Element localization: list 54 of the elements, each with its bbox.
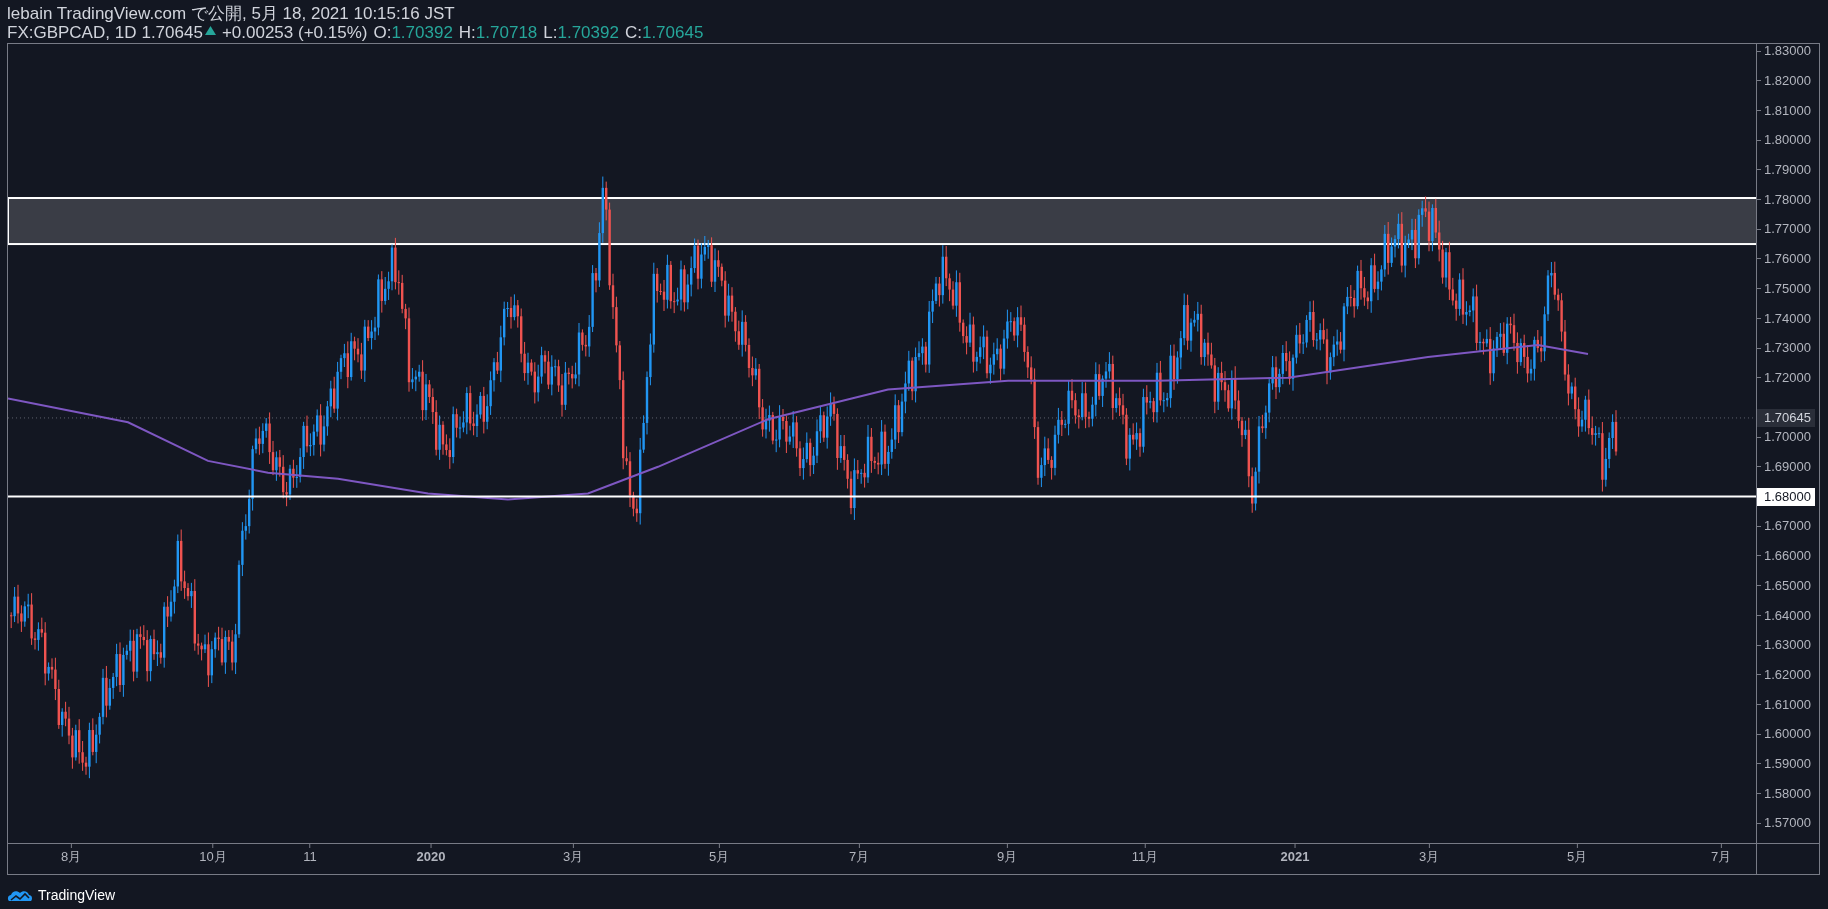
symbol-label: FX:GBPCAD, 1D — [7, 23, 137, 42]
ohlc-value: 1.70392 — [557, 23, 619, 42]
price-tick: 1.60000 — [1764, 725, 1811, 744]
publish-info: lebain TradingView.com で公開, 5月 18, 2021 10:15:16 JST — [7, 4, 455, 23]
date-tick: 5月 — [1566, 848, 1588, 866]
last-price-label: 1.70645 — [1757, 408, 1815, 427]
price-tick: 1.73000 — [1764, 339, 1811, 358]
brand-name: TradingView — [38, 886, 116, 905]
price-tick: 1.66000 — [1764, 547, 1811, 566]
price-tick: 1.63000 — [1764, 636, 1811, 655]
date-tick: 10月 — [199, 848, 227, 866]
date-tick: 3月 — [1418, 848, 1440, 866]
date-tick: 8月 — [60, 848, 82, 866]
price-tick: 1.78000 — [1764, 190, 1811, 209]
line-price-label: 1.68000 — [1757, 487, 1815, 506]
price-change: +0.00253 (+0.15%) — [221, 23, 368, 42]
price-tick: 1.76000 — [1764, 250, 1811, 269]
price-tick: 1.81000 — [1764, 101, 1811, 120]
ohlc-label: L: — [543, 23, 558, 42]
date-tick: 7月 — [848, 848, 870, 866]
price-tick: 1.65000 — [1764, 576, 1811, 595]
date-tick: 2020 — [416, 848, 446, 866]
date-tick: 11 — [303, 848, 317, 866]
ohlc-value: 1.70645 — [641, 23, 704, 42]
price-tick: 1.70000 — [1764, 428, 1811, 447]
price-tick: 1.83000 — [1764, 42, 1811, 61]
date-tick: 9月 — [996, 848, 1018, 866]
date-tick: 2021 — [1280, 848, 1310, 866]
price-tick: 1.67000 — [1764, 517, 1811, 536]
price-tick: 1.64000 — [1764, 606, 1811, 625]
price-tick: 1.61000 — [1764, 695, 1811, 714]
up-triangle-icon — [204, 26, 216, 35]
price-tick: 1.58000 — [1764, 784, 1811, 803]
price-tick: 1.59000 — [1764, 755, 1811, 774]
price-tick: 1.80000 — [1764, 131, 1811, 150]
ohlc-label: O: — [373, 23, 392, 42]
ohlc-value: 1.70392 — [391, 23, 453, 42]
price-tick: 1.75000 — [1764, 279, 1811, 298]
ohlc-value: 1.70718 — [475, 23, 538, 42]
date-tick: 11月 — [1131, 848, 1159, 866]
date-tick: 3月 — [562, 848, 584, 866]
price-tick: 1.72000 — [1764, 368, 1811, 387]
price-tick: 1.82000 — [1764, 71, 1811, 90]
price-tick: 1.77000 — [1764, 220, 1811, 239]
price-tick: 1.74000 — [1764, 309, 1811, 328]
price-tick: 1.57000 — [1764, 814, 1811, 833]
last-price: 1.70645 — [141, 23, 203, 42]
price-tick: 1.69000 — [1764, 458, 1811, 477]
ohlc-label: H: — [458, 23, 476, 42]
date-tick: 5月 — [708, 848, 730, 866]
price-tick: 1.62000 — [1764, 665, 1811, 684]
date-tick: 7月 — [1710, 848, 1732, 866]
price-tick: 1.79000 — [1764, 161, 1811, 180]
ohlc-label: C: — [624, 23, 642, 42]
